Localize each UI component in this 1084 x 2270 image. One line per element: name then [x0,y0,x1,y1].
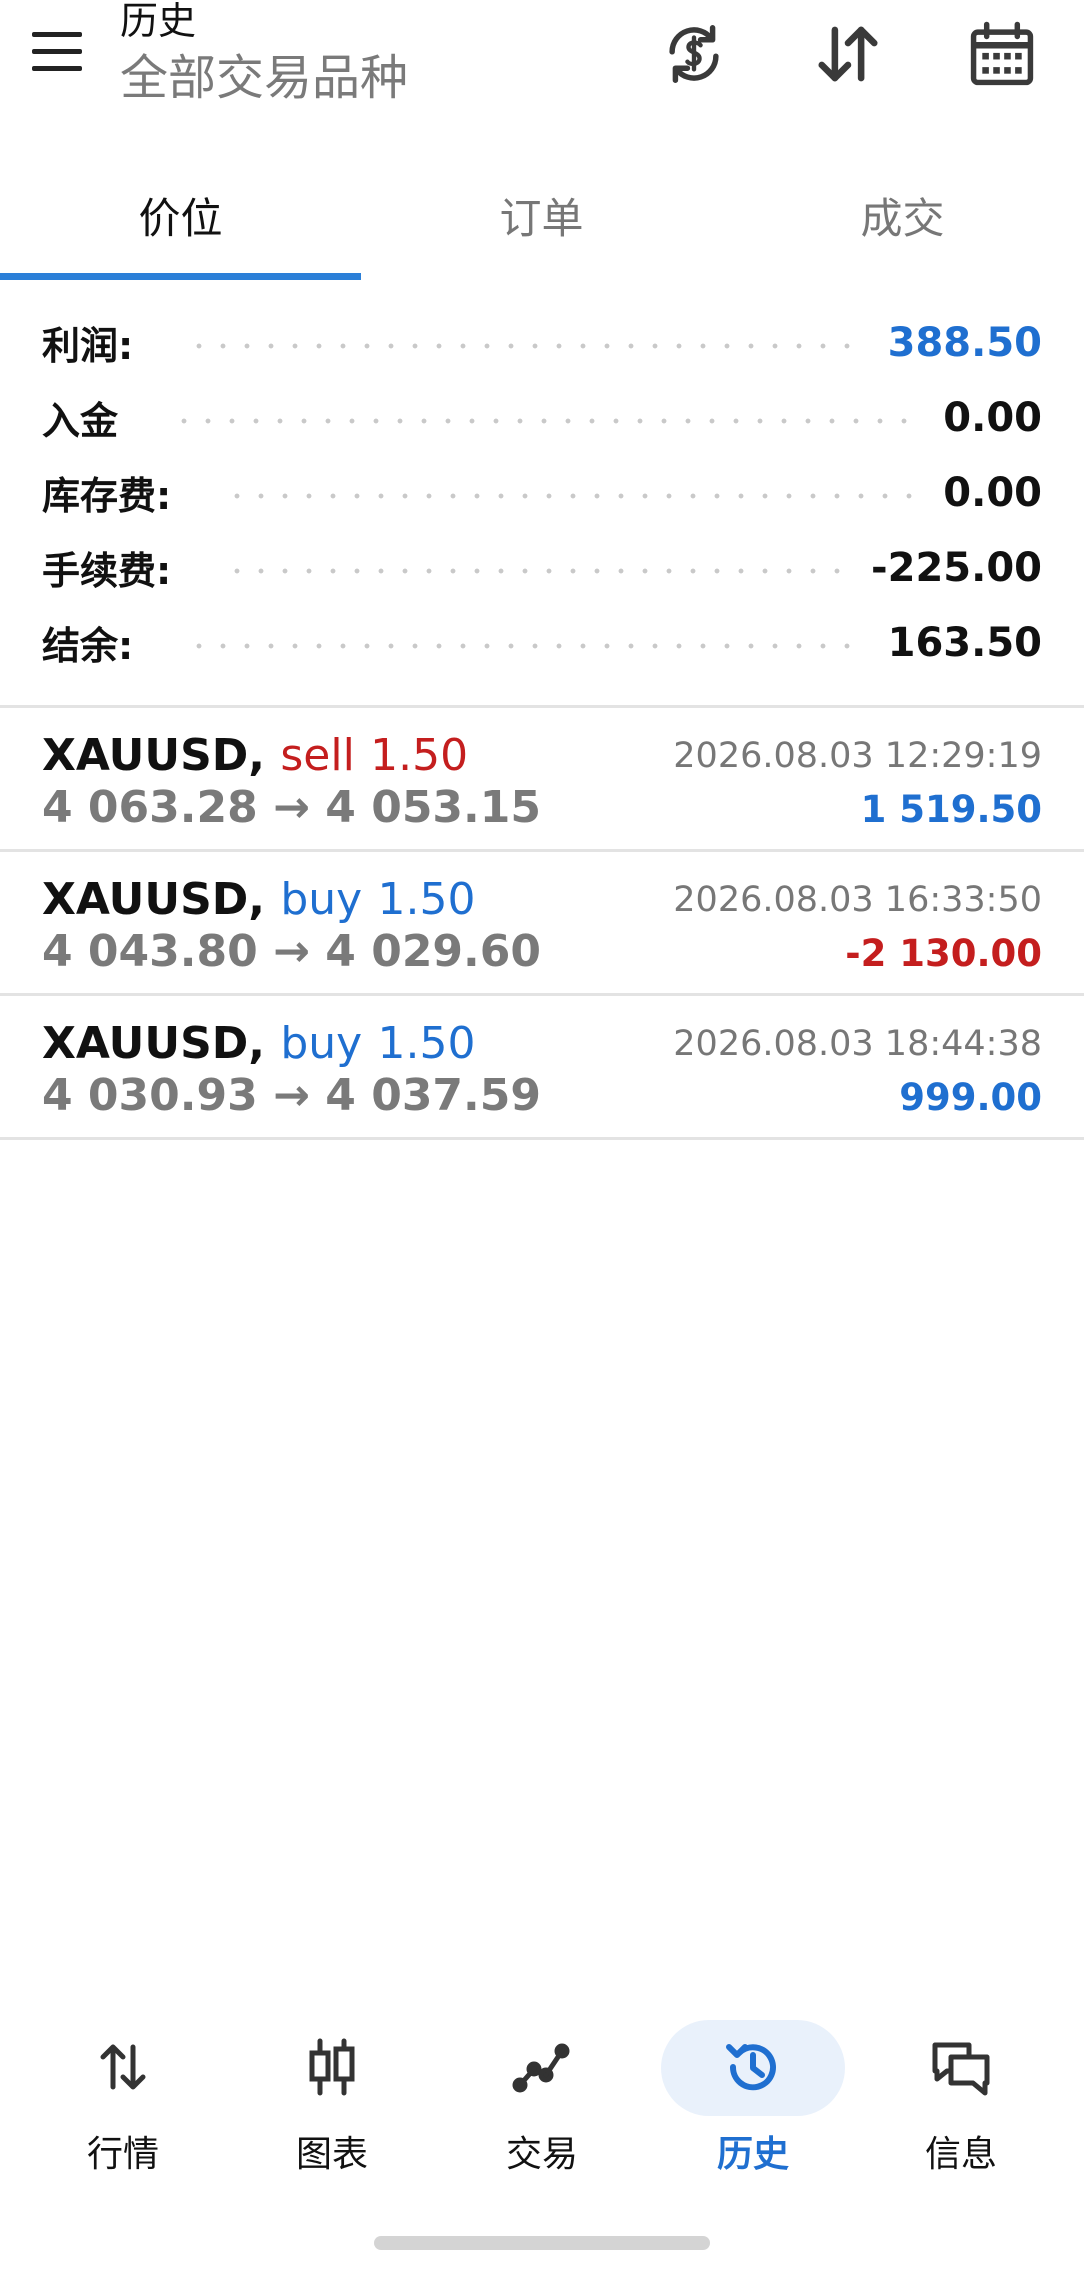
summary-label: 库存费: [0,465,186,520]
summary-value: 0.00 [943,394,1042,441]
deal-symbol: XAUUSD, [42,730,266,781]
deal-row[interactable]: XAUUSD, sell 1.50 4 063.28 → 4 053.15 20… [0,708,1084,848]
tab-deals[interactable]: 成交 [722,150,1083,280]
summary-label: 入金 [0,390,133,445]
summary-value: 0.00 [943,469,1042,516]
close-price: 4 037.59 [325,1070,541,1121]
deal-prices: 4 030.93 → 4 037.59 [42,1070,541,1122]
dotted-leader [187,342,866,349]
menu-icon[interactable] [30,32,86,72]
tab-orders[interactable]: 订单 [361,150,722,280]
nav-label: 信息 [924,2134,997,2175]
deal-time: 2026.08.03 12:29:19 [673,736,1042,776]
tab-indicator [0,273,361,280]
close-price: 4 029.60 [325,926,541,977]
symbol-filter[interactable]: 全部交易品种 [120,50,408,106]
summary-value: -225.00 [871,544,1042,591]
nav-item-messages[interactable]: 信息 [871,2010,1051,2190]
nav-label: 行情 [86,2134,159,2175]
summary-label: 结余: [0,615,148,670]
arrow-icon: → [273,782,310,833]
summary-value: 388.50 [887,319,1042,366]
account-summary: 利润: 388.50 入金 0.00 库存费: 0.00 手续费: -225.0… [0,305,1084,680]
arrow-icon: → [273,1070,310,1121]
deal-symbol-line: XAUUSD, sell 1.50 [42,730,468,782]
close-price: 4 053.15 [325,782,541,833]
calendar-icon[interactable] [960,12,1044,96]
open-price: 4 043.80 [42,926,258,977]
open-price: 4 030.93 [42,1070,258,1121]
home-indicator[interactable] [374,2236,710,2250]
history-icon [663,2032,843,2102]
summary-row-balance: 结余: 163.50 [0,605,1084,680]
open-price: 4 063.28 [42,782,258,833]
deal-symbol-line: XAUUSD, buy 1.50 [42,1018,476,1070]
divider [0,1137,1084,1140]
deal-symbol: XAUUSD, [42,874,266,925]
deal-volume: 1.50 [377,1018,476,1069]
dotted-leader [187,642,866,649]
currency-exchange-icon[interactable] [652,12,736,96]
summary-row-swap: 库存费: 0.00 [0,455,1084,530]
summary-row-commission: 手续费: -225.00 [0,530,1084,605]
tab-positions[interactable]: 价位 [0,150,361,280]
deal-side: buy [280,1018,363,1069]
deal-time: 2026.08.03 16:33:50 [673,880,1042,920]
deal-prices: 4 043.80 → 4 029.60 [42,926,541,978]
deal-row[interactable]: XAUUSD, buy 1.50 4 030.93 → 4 037.59 202… [0,996,1084,1136]
dotted-leader [225,567,850,574]
arrow-icon: → [273,926,310,977]
nav-item-quotes[interactable]: 行情 [33,2010,213,2190]
summary-row-deposit: 入金 0.00 [0,380,1084,455]
nav-item-chart[interactable]: 图表 [242,2010,422,2190]
dotted-leader [172,417,922,424]
nav-item-history[interactable]: 历史 [641,2010,845,2190]
history-tabs: 价位 订单 成交 [0,150,1084,280]
summary-label: 手续费: [0,540,186,595]
top-app-bar: 历史 全部交易品种 [0,0,1084,130]
quotes-icon [33,2032,213,2102]
deal-side: sell [280,730,355,781]
sort-icon[interactable] [806,12,890,96]
deal-volume: 1.50 [370,730,469,781]
deal-side: buy [280,874,363,925]
bottom-navigation: 行情 图表 交易 历史 信息 [0,2010,1084,2210]
messages-icon [871,2032,1051,2102]
deal-profit: -2 130.00 [845,932,1042,975]
nav-label: 历史 [716,2134,789,2175]
deal-prices: 4 063.28 → 4 053.15 [42,782,541,834]
nav-item-trade[interactable]: 交易 [452,2010,632,2190]
deal-row[interactable]: XAUUSD, buy 1.50 4 043.80 → 4 029.60 202… [0,852,1084,992]
deal-time: 2026.08.03 18:44:38 [673,1024,1042,1064]
deal-symbol: XAUUSD, [42,1018,266,1069]
nav-label: 交易 [505,2134,578,2175]
trade-icon [452,2032,632,2102]
summary-value: 163.50 [887,619,1042,666]
dotted-leader [225,492,922,499]
summary-row-profit: 利润: 388.50 [0,305,1084,380]
page-title: 历史 [120,0,197,43]
deal-profit: 999.00 [899,1076,1042,1119]
deal-profit: 1 519.50 [860,788,1042,831]
nav-label: 图表 [295,2134,368,2175]
deal-symbol-line: XAUUSD, buy 1.50 [42,874,476,926]
deal-volume: 1.50 [377,874,476,925]
summary-label: 利润: [0,315,148,370]
chart-icon [242,2032,422,2102]
